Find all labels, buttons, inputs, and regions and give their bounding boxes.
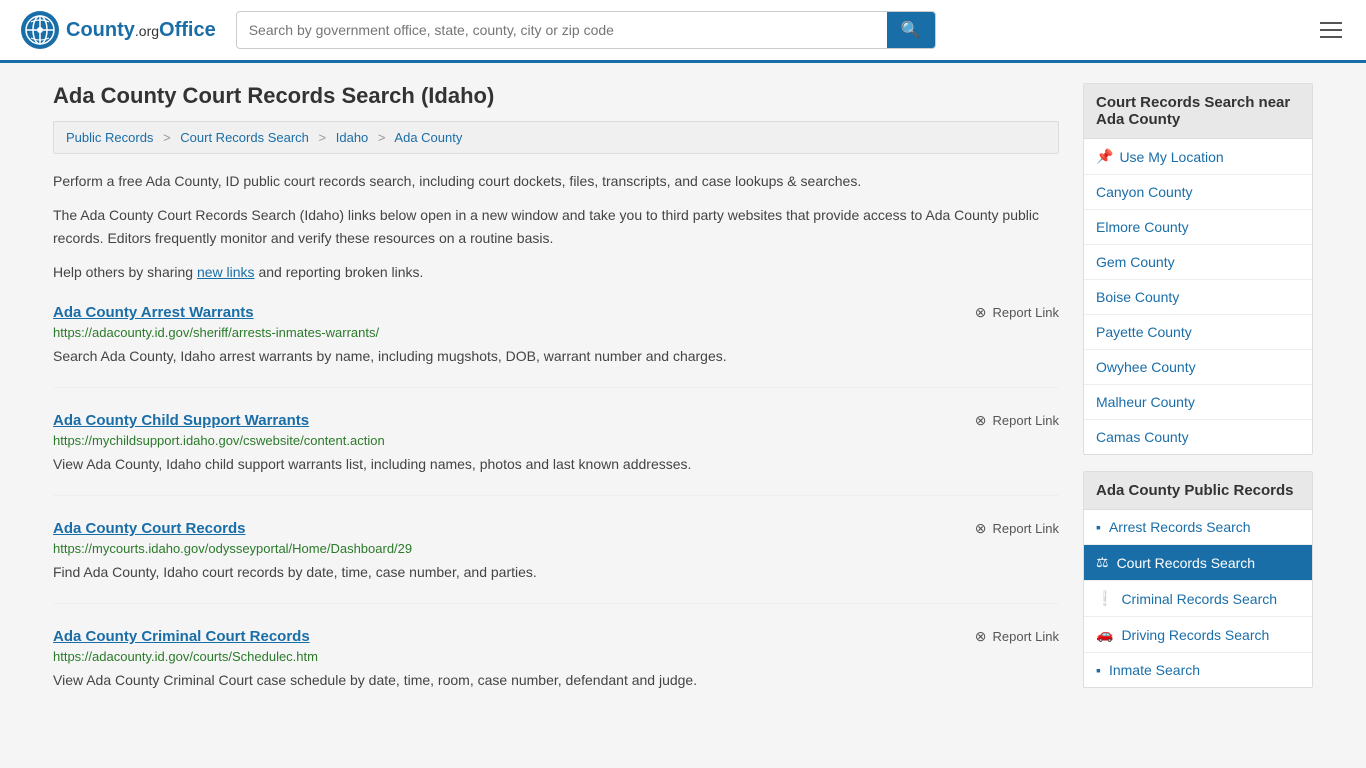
- criminal-icon: ❕: [1096, 590, 1113, 607]
- list-item: ❕ Criminal Records Search: [1084, 581, 1312, 617]
- result-title[interactable]: Ada County Arrest Warrants: [53, 304, 254, 321]
- location-pin-icon: 📌: [1096, 148, 1113, 165]
- description-2: The Ada County Court Records Search (Ida…: [53, 204, 1059, 249]
- result-item: Ada County Court Records ⊗ Report Link h…: [53, 520, 1059, 604]
- content-area: Ada County Court Records Search (Idaho) …: [53, 83, 1059, 735]
- result-item: Ada County Arrest Warrants ⊗ Report Link…: [53, 304, 1059, 388]
- logo-text: County.orgOffice: [66, 19, 216, 42]
- breadcrumb-ada-county[interactable]: Ada County: [394, 130, 462, 145]
- search-input[interactable]: [237, 14, 887, 46]
- list-item: Owyhee County: [1084, 350, 1312, 385]
- nearby-section: Court Records Search near Ada County 📌 U…: [1083, 83, 1313, 455]
- driving-icon: 🚗: [1096, 626, 1113, 643]
- breadcrumb-public-records[interactable]: Public Records: [66, 130, 153, 145]
- criminal-records-link[interactable]: ❕ Criminal Records Search: [1084, 581, 1312, 616]
- public-records-title: Ada County Public Records: [1084, 472, 1312, 510]
- page-title: Ada County Court Records Search (Idaho): [53, 83, 1059, 109]
- report-link[interactable]: ⊗ Report Link: [975, 520, 1059, 537]
- list-item: ▪ Arrest Records Search: [1084, 510, 1312, 545]
- criminal-records-label: Criminal Records Search: [1121, 591, 1277, 607]
- result-title[interactable]: Ada County Child Support Warrants: [53, 412, 309, 429]
- result-title[interactable]: Ada County Court Records: [53, 520, 246, 537]
- court-records-link[interactable]: ⚖ Court Records Search: [1084, 545, 1312, 580]
- result-desc: View Ada County, Idaho child support war…: [53, 454, 1059, 475]
- list-item: ⚖ Court Records Search: [1084, 545, 1312, 581]
- report-link[interactable]: ⊗ Report Link: [975, 628, 1059, 645]
- list-item: Payette County: [1084, 315, 1312, 350]
- county-link[interactable]: Gem County: [1084, 245, 1312, 279]
- county-link[interactable]: Boise County: [1084, 280, 1312, 314]
- results-list: Ada County Arrest Warrants ⊗ Report Link…: [53, 304, 1059, 711]
- result-item: Ada County Child Support Warrants ⊗ Repo…: [53, 412, 1059, 496]
- logo-link[interactable]: County.orgOffice: [20, 10, 216, 50]
- nearby-counties-list: Canyon County Elmore County Gem County B…: [1084, 175, 1312, 454]
- arrest-records-label: Arrest Records Search: [1109, 519, 1251, 535]
- report-icon: ⊗: [975, 412, 987, 429]
- driving-records-link[interactable]: 🚗 Driving Records Search: [1084, 617, 1312, 652]
- list-item: 🚗 Driving Records Search: [1084, 617, 1312, 653]
- search-bar: 🔍: [236, 11, 936, 49]
- report-icon: ⊗: [975, 628, 987, 645]
- county-link[interactable]: Malheur County: [1084, 385, 1312, 419]
- arrest-records-link[interactable]: ▪ Arrest Records Search: [1084, 510, 1312, 544]
- result-url: https://mychildsupport.idaho.gov/cswebsi…: [53, 433, 1059, 448]
- list-item: Camas County: [1084, 420, 1312, 454]
- public-records-list: ▪ Arrest Records Search ⚖ Court Records …: [1084, 510, 1312, 687]
- result-url: https://adacounty.id.gov/courts/Schedule…: [53, 649, 1059, 664]
- list-item: Malheur County: [1084, 385, 1312, 420]
- county-link[interactable]: Elmore County: [1084, 210, 1312, 244]
- description-1: Perform a free Ada County, ID public cou…: [53, 170, 1059, 192]
- result-title[interactable]: Ada County Criminal Court Records: [53, 628, 310, 645]
- result-item: Ada County Criminal Court Records ⊗ Repo…: [53, 628, 1059, 711]
- result-desc: Search Ada County, Idaho arrest warrants…: [53, 346, 1059, 367]
- driving-records-label: Driving Records Search: [1121, 627, 1269, 643]
- search-button[interactable]: 🔍: [887, 12, 935, 48]
- county-link[interactable]: Camas County: [1084, 420, 1312, 454]
- menu-icon[interactable]: [1316, 18, 1346, 42]
- breadcrumb: Public Records > Court Records Search > …: [53, 121, 1059, 154]
- breadcrumb-court-records-search[interactable]: Court Records Search: [180, 130, 309, 145]
- new-links[interactable]: new links: [197, 264, 255, 280]
- main-container: Ada County Court Records Search (Idaho) …: [33, 63, 1333, 755]
- breadcrumb-idaho[interactable]: Idaho: [336, 130, 369, 145]
- report-link[interactable]: ⊗ Report Link: [975, 412, 1059, 429]
- list-item: ▪ Inmate Search: [1084, 653, 1312, 687]
- court-records-label: Court Records Search: [1117, 555, 1256, 571]
- use-my-location[interactable]: 📌 Use My Location: [1084, 139, 1312, 175]
- county-link[interactable]: Canyon County: [1084, 175, 1312, 209]
- report-icon: ⊗: [975, 304, 987, 321]
- use-location-label: Use My Location: [1119, 149, 1223, 165]
- nearby-title: Court Records Search near Ada County: [1084, 84, 1312, 139]
- county-link[interactable]: Payette County: [1084, 315, 1312, 349]
- logo-suffix: .org: [135, 23, 159, 39]
- inmate-icon: ▪: [1096, 662, 1101, 678]
- list-item: Boise County: [1084, 280, 1312, 315]
- list-item: Gem County: [1084, 245, 1312, 280]
- sidebar: Court Records Search near Ada County 📌 U…: [1083, 83, 1313, 735]
- result-url: https://mycourts.idaho.gov/odysseyportal…: [53, 541, 1059, 556]
- header: County.orgOffice 🔍: [0, 0, 1366, 63]
- result-desc: View Ada County Criminal Court case sche…: [53, 670, 1059, 691]
- county-link[interactable]: Owyhee County: [1084, 350, 1312, 384]
- report-link[interactable]: ⊗ Report Link: [975, 304, 1059, 321]
- list-item: Elmore County: [1084, 210, 1312, 245]
- list-item: Canyon County: [1084, 175, 1312, 210]
- inmate-search-label: Inmate Search: [1109, 662, 1200, 678]
- logo-icon: [20, 10, 60, 50]
- result-url: https://adacounty.id.gov/sheriff/arrests…: [53, 325, 1059, 340]
- arrest-icon: ▪: [1096, 519, 1101, 535]
- inmate-search-link[interactable]: ▪ Inmate Search: [1084, 653, 1312, 687]
- court-icon: ⚖: [1096, 554, 1109, 571]
- result-desc: Find Ada County, Idaho court records by …: [53, 562, 1059, 583]
- description-3: Help others by sharing new links and rep…: [53, 261, 1059, 283]
- report-icon: ⊗: [975, 520, 987, 537]
- public-records-section: Ada County Public Records ▪ Arrest Recor…: [1083, 471, 1313, 688]
